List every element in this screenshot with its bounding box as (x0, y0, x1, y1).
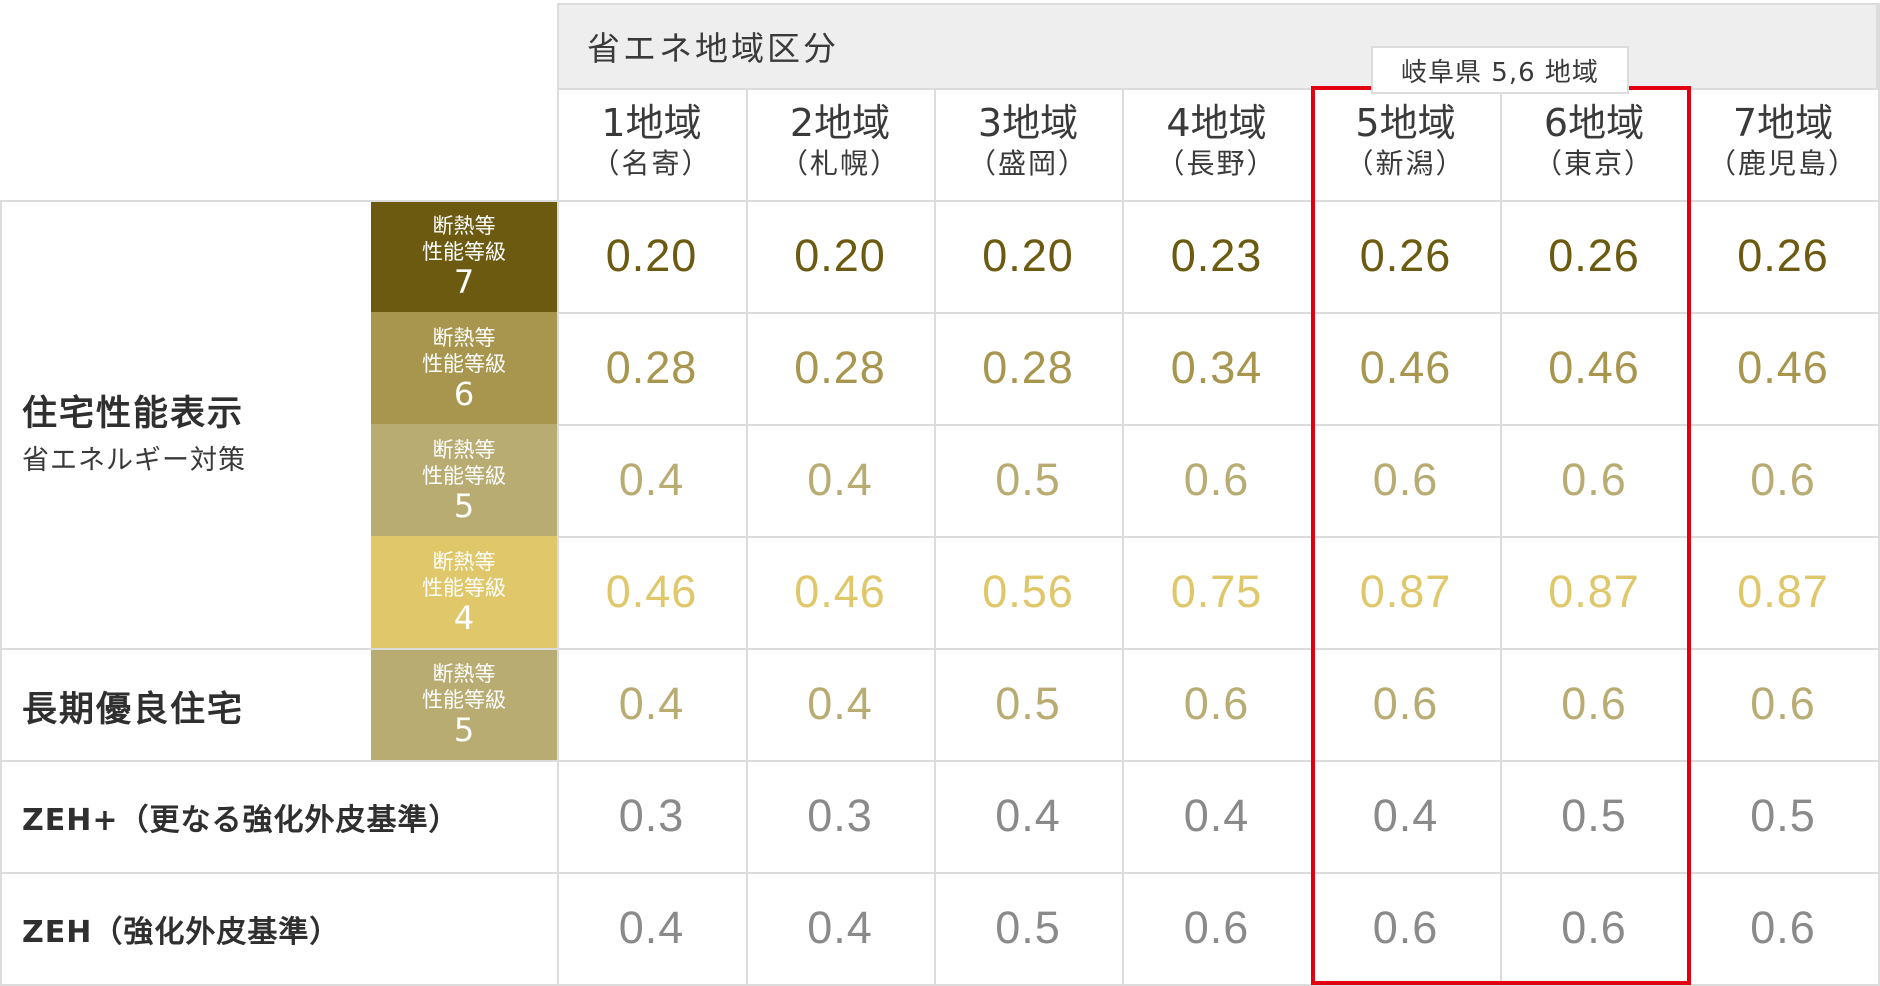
ua-value-cell: 0.28 (794, 342, 886, 393)
ua-value-cell: 0.3 (618, 790, 685, 841)
region-city-label: （札幌） (779, 147, 900, 180)
row-group-longterm-title: 長期優良住宅 (22, 690, 245, 730)
ua-value-cell: 0.4 (618, 902, 685, 953)
ua-value-cell: 0.6 (1750, 454, 1816, 505)
region-area-label: 4地域 (1166, 101, 1267, 145)
ua-value-cell: 0.4 (995, 790, 1061, 841)
ua-value-cell: 0.6 (1750, 902, 1816, 953)
grid-line-vertical (934, 88, 936, 984)
gifu-highlight-frame (1311, 86, 1691, 985)
ua-value-cell: 0.87 (1737, 566, 1829, 617)
ua-value-cell: 0.46 (1737, 342, 1829, 393)
region-column-header: 7地域 （鹿児島） (1688, 90, 1878, 200)
grade-label: 断熱等 (432, 214, 496, 238)
gifu-highlight-label: 岐阜県 5,6 地域 (1371, 46, 1629, 94)
grade-level: 5 (453, 711, 475, 749)
ua-value-cell: 0.5 (995, 678, 1061, 729)
insulation-grade-badge: 断熱等 性能等級 7 (371, 200, 557, 312)
region-column-header: 1地域 （名寄） (557, 90, 746, 200)
ua-value-cell: 0.4 (807, 678, 873, 729)
ua-value-cell: 0.75 (1170, 566, 1263, 617)
row-group-performance-subtitle: 省エネルギー対策 (22, 445, 246, 476)
ua-value-cell: 0.4 (618, 678, 685, 729)
ua-value-cell: 0.6 (1183, 678, 1250, 729)
ua-value-cell: 0.46 (794, 566, 886, 617)
insulation-grade-badge: 断熱等 性能等級 5 (371, 424, 557, 536)
ua-value-cell: 0.34 (1170, 342, 1263, 393)
ua-value-cell: 0.5 (1750, 790, 1816, 841)
ua-value-cell: 0.28 (605, 342, 698, 393)
grade-label: 断熱等 (432, 550, 496, 574)
ua-value-cell: 0.6 (1750, 678, 1816, 729)
grid-line-vertical (557, 88, 559, 984)
grade-label: 性能等級 (422, 576, 506, 600)
insulation-grade-badge: 断熱等 性能等級 4 (371, 536, 557, 648)
grade-label: 性能等級 (422, 464, 506, 488)
grade-level: 4 (453, 599, 475, 637)
ua-value-cell: 0.20 (794, 230, 886, 281)
ua-value-cell: 0.28 (982, 342, 1074, 393)
grade-label: 断熱等 (432, 326, 496, 350)
region-area-label: 3地域 (977, 101, 1079, 145)
ua-value-cell: 0.56 (982, 566, 1074, 617)
row-group-zeh-title: ZEH（強化外皮基準） (22, 915, 341, 950)
region-area-label: 2地域 (789, 101, 891, 145)
ua-value-cell: 0.3 (807, 790, 873, 841)
region-city-label: （盛岡） (967, 147, 1088, 180)
grade-level: 7 (453, 263, 475, 301)
region-column-header: 4地域 （長野） (1122, 90, 1311, 200)
region-city-label: （名寄） (591, 147, 712, 180)
grade-label: 断熱等 (432, 662, 496, 686)
grade-label: 性能等級 (422, 688, 506, 712)
insulation-grade-badge: 断熱等 性能等級 6 (371, 312, 557, 424)
grade-label: 性能等級 (422, 240, 506, 264)
insulation-grade-badge: 断熱等 性能等級 5 (371, 648, 557, 760)
region-column-header: 2地域 （札幌） (746, 90, 934, 200)
region-column-header: 3地域 （盛岡） (934, 90, 1122, 200)
grade-label: 性能等級 (422, 352, 506, 376)
ua-value-cell: 0.20 (605, 230, 698, 281)
region-area-label: 7地域 (1732, 101, 1834, 145)
ua-value-cell: 0.46 (605, 566, 698, 617)
grid-line-vertical (557, 3, 559, 88)
ua-value-cell: 0.4 (1183, 790, 1250, 841)
ua-value-cell: 0.4 (807, 454, 873, 505)
ua-value-cell: 0.6 (1183, 902, 1250, 953)
grid-line-vertical (1122, 88, 1124, 984)
grade-label: 断熱等 (432, 438, 496, 462)
ua-value-cell: 0.4 (807, 902, 873, 953)
region-city-label: （鹿児島） (1707, 147, 1858, 180)
grade-level: 5 (453, 487, 475, 525)
region-city-label: （長野） (1156, 147, 1277, 180)
grid-line-vertical (746, 88, 748, 984)
ua-value-cell: 0.20 (982, 230, 1074, 281)
row-group-zeh-plus-title: ZEH+（更なる強化外皮基準） (22, 803, 460, 838)
ua-value-cell: 0.23 (1170, 230, 1263, 281)
row-group-performance-title: 住宅性能表示 (22, 394, 245, 434)
grade-level: 6 (453, 375, 475, 413)
region-header-title: 省エネ地域区分 (587, 29, 839, 68)
ua-value-cell: 0.5 (995, 902, 1061, 953)
ua-value-cell: 0.5 (995, 454, 1061, 505)
grid-line-vertical (0, 200, 2, 984)
region-area-label: 1地域 (601, 101, 702, 145)
ua-value-cell: 0.4 (618, 454, 685, 505)
ua-value-cell: 0.26 (1737, 230, 1829, 281)
ua-value-cell: 0.6 (1183, 454, 1250, 505)
